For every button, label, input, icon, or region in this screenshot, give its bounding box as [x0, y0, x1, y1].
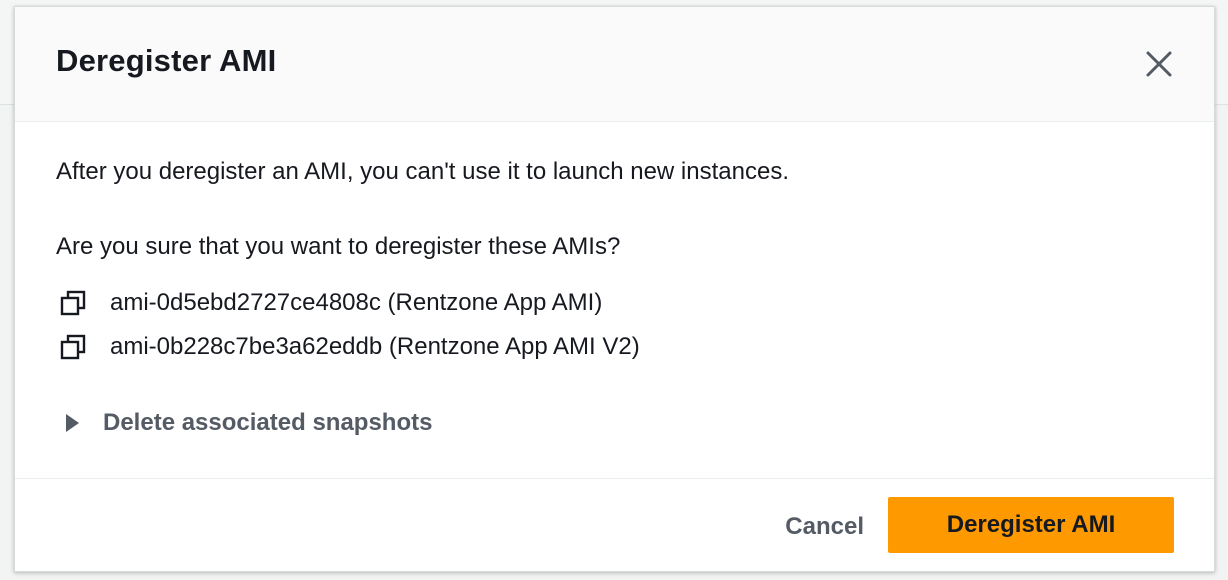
ami-label: ami-0d5ebd2727ce4808c (Rentzone App AMI)	[110, 289, 603, 316]
copy-icon	[60, 290, 86, 316]
modal-footer: Cancel Deregister AMI	[15, 478, 1214, 571]
ami-list-item: ami-0b228c7be3a62eddb (Rentzone App AMI …	[56, 325, 640, 369]
deregister-ami-modal: Deregister AMI After you deregister an A…	[14, 6, 1215, 572]
close-button[interactable]	[1144, 49, 1174, 79]
caret-right-icon	[66, 414, 79, 432]
expander-label: Delete associated snapshots	[103, 409, 433, 436]
confirm-question: Are you sure that you want to deregister…	[56, 233, 621, 260]
deregister-ami-button[interactable]: Deregister AMI	[888, 497, 1174, 553]
warning-text: After you deregister an AMI, you can't u…	[56, 158, 789, 185]
ami-label: ami-0b228c7be3a62eddb (Rentzone App AMI …	[110, 333, 640, 360]
modal-title: Deregister AMI	[56, 43, 277, 78]
copy-icon	[60, 334, 86, 360]
ami-list-item: ami-0d5ebd2727ce4808c (Rentzone App AMI)	[56, 281, 640, 325]
copy-button[interactable]	[56, 330, 90, 364]
delete-snapshots-expander[interactable]: Delete associated snapshots	[66, 409, 432, 437]
modal-header: Deregister AMI	[15, 7, 1214, 122]
modal-body: After you deregister an AMI, you can't u…	[56, 121, 1174, 481]
copy-button[interactable]	[56, 286, 90, 320]
cancel-button[interactable]: Cancel	[765, 505, 884, 549]
close-icon	[1146, 51, 1172, 77]
ami-list: ami-0d5ebd2727ce4808c (Rentzone App AMI)…	[56, 281, 640, 369]
